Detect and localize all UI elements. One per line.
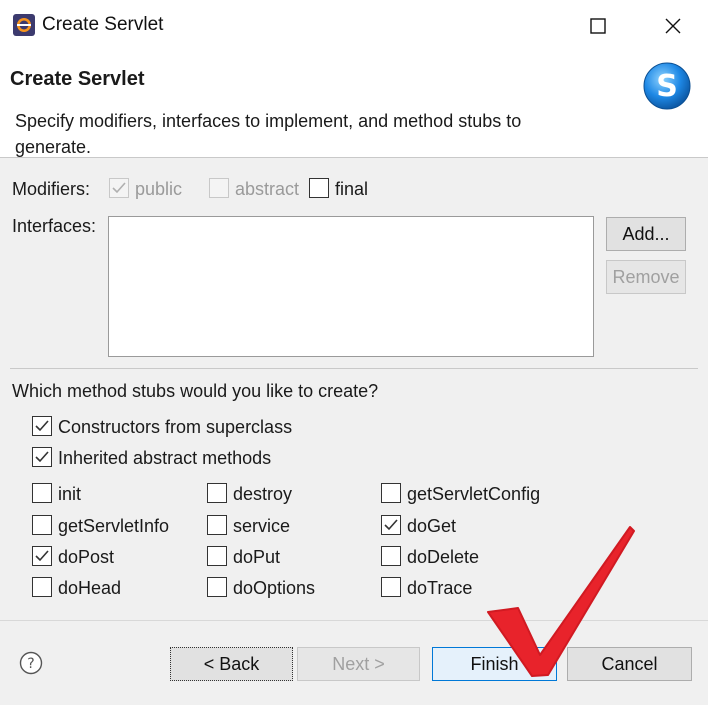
inherited-label: Inherited abstract methods [58, 448, 272, 468]
getservletinfo-label: getServletInfo [58, 516, 170, 536]
dodelete-checkbox[interactable] [381, 546, 401, 566]
dopost-label: doPost [58, 547, 115, 567]
getservletconfig-checkbox[interactable] [381, 483, 401, 503]
interfaces-label: Interfaces: [12, 216, 97, 236]
init-checkbox[interactable] [32, 483, 52, 503]
back-button[interactable]: < Back [170, 647, 293, 681]
svg-text:?: ? [27, 656, 34, 672]
destroy-label: destroy [233, 484, 293, 504]
doget-label: doGet [407, 516, 457, 536]
wizard-header: Create Servlet Specify modifiers, interf… [0, 52, 708, 158]
public-checkbox[interactable] [109, 178, 129, 198]
help-icon[interactable]: ? [19, 651, 43, 675]
checkmark-icon [35, 550, 49, 562]
dotrace-label: doTrace [407, 578, 473, 598]
stubs-question: Which method stubs would you like to cre… [12, 381, 379, 401]
abstract-checkbox[interactable] [209, 178, 229, 198]
next-button[interactable]: Next > [297, 647, 420, 681]
section-divider [10, 368, 698, 369]
public-label: public [135, 179, 183, 199]
eclipse-icon [13, 14, 35, 36]
maximize-button[interactable] [565, 0, 631, 52]
dooptions-label: doOptions [233, 578, 316, 598]
title-bar: Create Servlet [0, 0, 708, 52]
doput-checkbox[interactable] [207, 546, 227, 566]
dopost-checkbox[interactable] [32, 546, 52, 566]
final-label: final [335, 179, 369, 199]
maximize-icon [590, 18, 606, 34]
checkmark-icon [35, 451, 49, 463]
checkmark-icon [384, 519, 398, 531]
dohead-checkbox[interactable] [32, 577, 52, 597]
interfaces-list[interactable] [108, 216, 594, 357]
constructors-checkbox[interactable] [32, 416, 52, 436]
dooptions-checkbox[interactable] [207, 577, 227, 597]
modifiers-label: Modifiers: [12, 179, 91, 199]
dohead-label: doHead [58, 578, 122, 598]
final-checkbox[interactable] [309, 178, 329, 198]
finish-button[interactable]: Finish [432, 647, 557, 681]
add-interface-button[interactable]: Add... [606, 217, 686, 251]
cancel-button[interactable]: Cancel [567, 647, 692, 681]
constructors-label: Constructors from superclass [58, 417, 293, 437]
page-description: Specify modifiers, interfaces to impleme… [15, 111, 522, 157]
close-icon [665, 18, 681, 34]
dotrace-checkbox[interactable] [381, 577, 401, 597]
checkmark-icon [35, 420, 49, 432]
remove-interface-button[interactable]: Remove [606, 260, 686, 294]
window-title: Create Servlet [42, 14, 164, 35]
destroy-checkbox[interactable] [207, 483, 227, 503]
svg-text:S: S [656, 69, 678, 104]
close-button[interactable] [640, 0, 706, 52]
page-title: Create Servlet [10, 68, 145, 90]
getservletconfig-label: getServletConfig [407, 484, 541, 504]
init-label: init [58, 484, 82, 504]
footer-divider [0, 620, 708, 621]
checkmark-icon [112, 182, 126, 194]
doput-label: doPut [233, 547, 281, 567]
servlet-s-icon: S [643, 62, 691, 110]
inherited-checkbox[interactable] [32, 447, 52, 467]
service-label: service [233, 516, 291, 536]
abstract-label: abstract [235, 179, 300, 199]
getservletinfo-checkbox[interactable] [32, 515, 52, 535]
service-checkbox[interactable] [207, 515, 227, 535]
dodelete-label: doDelete [407, 547, 480, 567]
doget-checkbox[interactable] [381, 515, 401, 535]
